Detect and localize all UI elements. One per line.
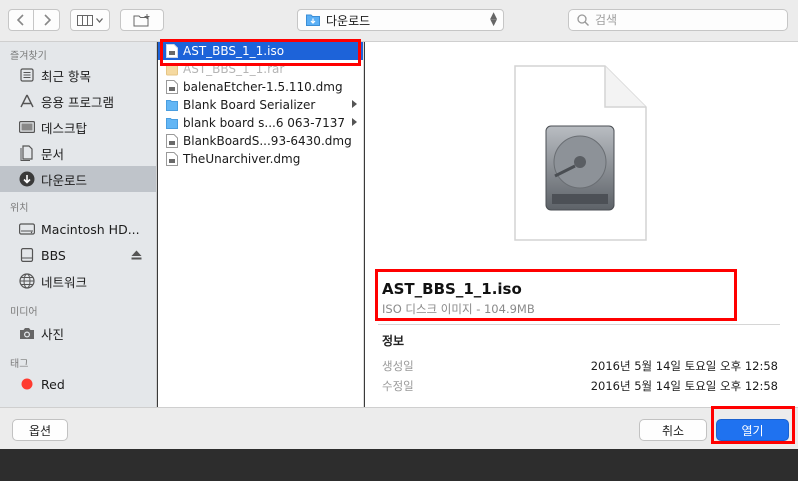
sidebar-item-tag-red[interactable]: Red: [0, 371, 156, 397]
file-name: AST_BBS_1_1.iso: [183, 44, 285, 58]
eject-icon[interactable]: [131, 248, 142, 263]
sidebar-item-label: 사진: [41, 326, 65, 342]
toolbar: 다운로드 ▲ ▼: [0, 0, 798, 42]
preview-divider: [378, 324, 780, 325]
view-mode-button[interactable]: [70, 9, 110, 31]
created-label: 생성일: [382, 359, 414, 373]
background-strip: [0, 449, 798, 481]
applications-icon: [18, 92, 36, 110]
file-name: TheUnarchiver.dmg: [183, 152, 301, 166]
back-button[interactable]: [8, 9, 34, 31]
forward-button[interactable]: [34, 9, 60, 31]
preview-file-kind: ISO 디스크 이미지 - 104.9MB: [382, 302, 535, 316]
preview-info-heading: 정보: [382, 334, 405, 348]
preview-pane: AST_BBS_1_1.iso ISO 디스크 이미지 - 104.9MB 정보…: [365, 42, 798, 407]
search-input[interactable]: [595, 13, 775, 27]
updown-arrows-icon: ▲ ▼: [490, 11, 497, 28]
open-button[interactable]: 열기: [716, 419, 789, 441]
file-row[interactable]: balenaEtcher-1.5.110.dmg: [158, 78, 363, 96]
file-name: BlankBoardS...93-6430.dmg: [183, 134, 352, 148]
options-button[interactable]: 옵션: [12, 419, 68, 441]
preview-modified-row: 수정일 2016년 5월 14일 토요일 오후 12:58: [382, 378, 778, 394]
downloads-icon: [18, 170, 36, 188]
disk-image-file-icon: [166, 134, 178, 148]
folder-row[interactable]: blank board s...6 063-7137: [158, 114, 363, 132]
network-icon: [18, 272, 36, 290]
sidebar: 즐겨찾기 최근 항목 응용 프로그램 데스크탑 문서 다운로드 위치 Macin…: [0, 42, 157, 407]
sidebar-section-media: 미디어: [10, 307, 38, 318]
sidebar-item-label: 네트워크: [41, 274, 88, 290]
file-name: AST_BBS_1_1.rar: [183, 62, 285, 76]
sidebar-item-label: Macintosh HD...: [41, 221, 140, 237]
hard-disk-icon: [18, 220, 36, 238]
sidebar-item-photos[interactable]: 사진: [0, 320, 156, 346]
modified-label: 수정일: [382, 379, 414, 393]
sidebar-item-label: 문서: [41, 146, 65, 162]
downloads-folder-icon: [306, 14, 320, 26]
documents-icon: [18, 144, 36, 162]
cancel-button[interactable]: 취소: [639, 419, 707, 441]
recents-icon: [18, 66, 36, 84]
file-row[interactable]: AST_BBS_1_1.rar: [158, 60, 363, 78]
file-name: balenaEtcher-1.5.110.dmg: [183, 80, 343, 94]
preview-file-name: AST_BBS_1_1.iso: [382, 280, 522, 298]
folder-icon: [166, 118, 178, 129]
new-folder-icon: [133, 13, 150, 26]
sidebar-item-recents[interactable]: 최근 항목: [0, 62, 156, 88]
sidebar-item-label: 다운로드: [41, 172, 88, 188]
sidebar-item-network[interactable]: 네트워크: [0, 268, 156, 294]
folder-row[interactable]: Blank Board Serializer: [158, 96, 363, 114]
sidebar-section-locations: 위치: [10, 203, 29, 214]
folder-icon: [166, 100, 178, 111]
file-name: blank board s...6 063-7137: [183, 116, 346, 130]
sidebar-item-desktop[interactable]: 데스크탑: [0, 114, 156, 140]
sidebar-item-label: Red: [41, 376, 65, 392]
external-disk-icon: [18, 246, 36, 264]
file-row[interactable]: TheUnarchiver.dmg: [158, 150, 363, 168]
location-select[interactable]: 다운로드 ▲ ▼: [297, 9, 504, 31]
modified-value: 2016년 5월 14일 토요일 오후 12:58: [590, 379, 778, 393]
chevron-down-icon: [96, 17, 103, 23]
disk-image-file-icon: [166, 152, 178, 166]
sidebar-item-applications[interactable]: 응용 프로그램: [0, 88, 156, 114]
sidebar-item-label: 응용 프로그램: [41, 94, 114, 110]
sidebar-section-tags: 태그: [10, 359, 29, 370]
sidebar-item-macintosh-hd[interactable]: Macintosh HD...: [0, 216, 156, 242]
sidebar-item-bbs[interactable]: BBS: [0, 242, 156, 268]
disk-image-file-icon: [166, 80, 178, 94]
disclosure-arrow-icon: [352, 118, 357, 126]
sidebar-item-label: 데스크탑: [41, 120, 88, 136]
sidebar-item-documents[interactable]: 문서: [0, 140, 156, 166]
disk-image-preview-icon: [514, 65, 647, 241]
file-list-column: AST_BBS_1_1.iso AST_BBS_1_1.rar balenaEt…: [158, 42, 364, 407]
red-tag-dot-icon: [18, 375, 36, 393]
sidebar-item-label: 최근 항목: [41, 68, 91, 84]
dialog-button-bar: 옵션 취소 열기: [0, 407, 798, 449]
disclosure-arrow-icon: [352, 100, 357, 108]
search-field[interactable]: [568, 9, 788, 31]
file-name: Blank Board Serializer: [183, 98, 316, 112]
chevron-left-icon: [17, 14, 24, 26]
file-row[interactable]: BlankBoardS...93-6430.dmg: [158, 132, 363, 150]
columns-view-icon: [77, 14, 93, 26]
archive-file-icon: [166, 63, 178, 76]
sidebar-item-downloads[interactable]: 다운로드: [0, 166, 156, 192]
created-value: 2016년 5월 14일 토요일 오후 12:58: [590, 359, 778, 373]
preview-created-row: 생성일 2016년 5월 14일 토요일 오후 12:58: [382, 358, 778, 374]
sidebar-item-label: BBS: [41, 247, 66, 263]
file-row[interactable]: AST_BBS_1_1.iso: [158, 42, 363, 60]
chevron-right-icon: [43, 14, 51, 26]
disk-image-file-icon: [166, 44, 178, 58]
location-label: 다운로드: [326, 13, 371, 28]
desktop-icon: [18, 118, 36, 136]
camera-icon: [18, 324, 36, 342]
search-icon: [577, 14, 589, 26]
sidebar-section-favorites: 즐겨찾기: [10, 51, 47, 62]
new-folder-button[interactable]: [120, 9, 164, 31]
